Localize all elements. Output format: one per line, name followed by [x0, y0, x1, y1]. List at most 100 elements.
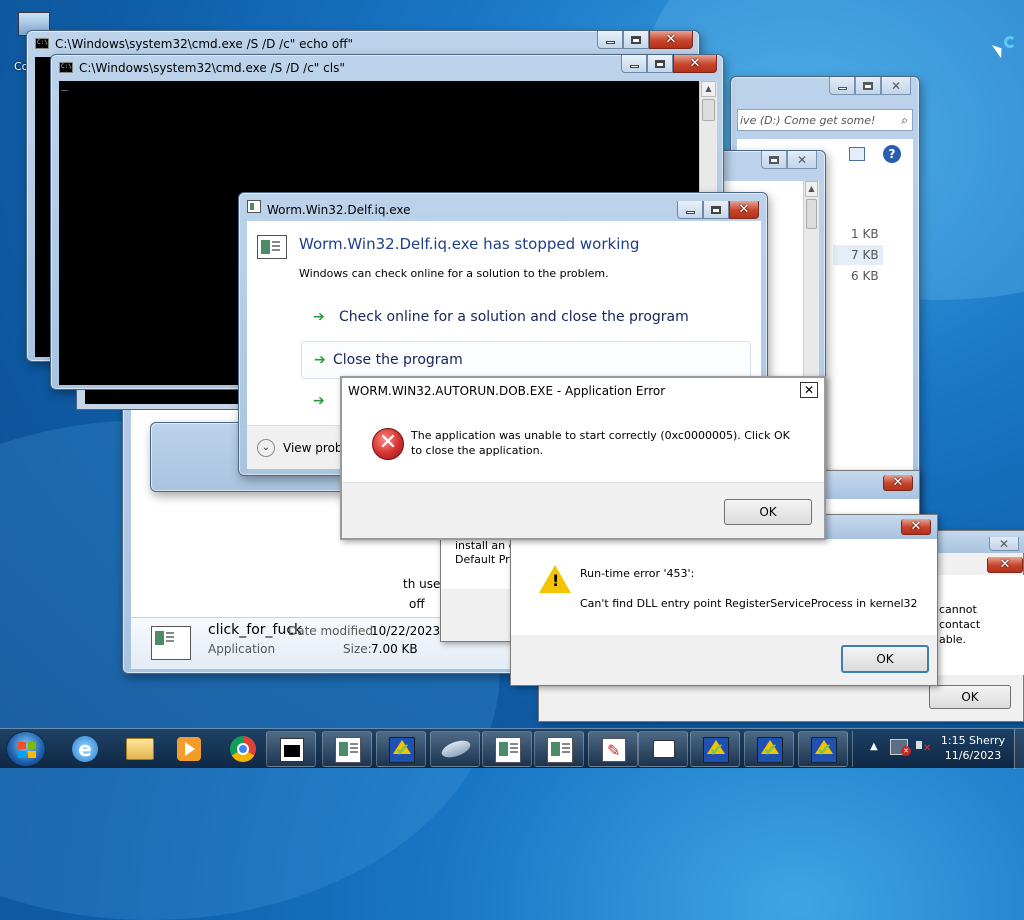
clock[interactable]: 1:15 Sherry 11/6/2023: [936, 733, 1010, 765]
taskbar-vb-4[interactable]: [798, 731, 848, 767]
taskbar-explorer[interactable]: [114, 731, 164, 767]
back-line-2: contact: [939, 618, 981, 631]
preview-pane-icon[interactable]: [849, 147, 865, 161]
dolphin-icon: [439, 737, 473, 761]
close-button[interactable]: ✕: [987, 557, 1023, 573]
taskbar: e ✎ ▲ ✕ ✕ 1:15: [0, 728, 1024, 769]
maximize-button[interactable]: [761, 151, 787, 169]
search-box[interactable]: ive (D:) Come get some! ⌕: [737, 109, 913, 131]
ok-button[interactable]: OK: [929, 685, 1011, 709]
close-button[interactable]: ✕: [673, 55, 717, 73]
speaker-muted-icon[interactable]: ✕: [916, 739, 934, 755]
taskbar-ie[interactable]: e: [60, 731, 110, 767]
busy-cursor-icon: [991, 36, 1018, 59]
start-button[interactable]: [6, 731, 46, 767]
taskbar-app-1[interactable]: [322, 731, 372, 767]
tray-show-hidden-icon[interactable]: ▲: [870, 741, 878, 752]
media-player-icon: [177, 737, 201, 761]
view-problem-details[interactable]: View probl: [283, 441, 346, 455]
folder-icon: [126, 738, 154, 760]
apperr-titlebar: WORM.WIN32.AUTORUN.DOB.EXE - Application…: [342, 378, 824, 402]
taskbar-chrome[interactable]: [218, 731, 268, 767]
partial-text-2: off: [409, 597, 425, 611]
size-value: 7.00 KB: [371, 642, 418, 656]
maximize-button[interactable]: [623, 31, 649, 49]
application-error-dialog[interactable]: WORM.WIN32.AUTORUN.DOB.EXE - Application…: [340, 376, 826, 540]
file-size-1: 1 KB: [851, 227, 879, 241]
notepad-icon: ✎: [602, 738, 626, 762]
application-icon: [257, 235, 287, 259]
minimize-button[interactable]: [621, 55, 647, 73]
apperr-title: WORM.WIN32.AUTORUN.DOB.EXE - Application…: [348, 384, 666, 398]
network-icon[interactable]: ✕: [890, 739, 911, 756]
window-title: C:\Windows\system32\cmd.exe /S /D /c" ec…: [55, 37, 354, 51]
partial-line-1: install an e: [455, 539, 516, 552]
file-size-3: 6 KB: [851, 269, 879, 283]
folder-outline-icon: [653, 740, 675, 758]
file-type: Application: [208, 642, 276, 656]
maximize-button[interactable]: [703, 201, 729, 219]
taskbar-media-player[interactable]: [164, 731, 214, 767]
help-icon[interactable]: ?: [883, 145, 901, 163]
arrow-right-icon: ➔: [313, 393, 325, 409]
chrome-icon: [230, 736, 256, 762]
modified-label: Date modified:: [288, 624, 378, 638]
taskbar-overflow[interactable]: [852, 731, 860, 767]
application-icon: [495, 737, 521, 763]
taskbar-dolphin[interactable]: [430, 731, 480, 767]
console-bottom-strip: [76, 390, 246, 410]
close-button[interactable]: ✕: [787, 151, 817, 169]
application-icon: [335, 737, 361, 763]
ok-button[interactable]: OK: [724, 499, 812, 525]
apperr-message: The application was unable to start corr…: [411, 429, 790, 457]
minimize-button[interactable]: [829, 77, 855, 95]
vb-error-title: Run-time error '453':: [580, 567, 695, 580]
option-check-online[interactable]: ➔ Check online for a solution and close …: [301, 301, 751, 335]
minimize-button[interactable]: [597, 31, 623, 49]
error-icon: ✕: [372, 428, 404, 460]
back-line-1: cannot: [939, 603, 977, 616]
option-close-program[interactable]: ➔ Close the program: [301, 341, 751, 379]
arrow-right-icon: ➔: [313, 309, 325, 325]
clock-time: 1:15 Sherry: [940, 734, 1006, 747]
taskbar-app-2[interactable]: [482, 731, 532, 767]
windows-logo-icon: [18, 742, 36, 758]
application-icon: [547, 737, 573, 763]
close-button[interactable]: ✕: [800, 382, 818, 398]
wer-title: Worm.Win32.Delf.iq.exe: [267, 203, 411, 217]
wer-heading: Worm.Win32.Delf.iq.exe has stopped worki…: [299, 235, 640, 253]
cmd-icon: [59, 62, 73, 73]
ok-button[interactable]: OK: [841, 645, 929, 673]
file-size-2: 7 KB: [833, 245, 883, 265]
search-input[interactable]: ive (D:) Come get some!: [740, 114, 875, 127]
apperr-footer: OK: [342, 482, 824, 538]
minimize-button[interactable]: [677, 201, 703, 219]
taskbar-vb-1[interactable]: [376, 731, 426, 767]
taskbar-cmd[interactable]: [266, 731, 316, 767]
vb-body: Run-time error '453': Can't find DLL ent…: [511, 539, 937, 635]
close-button[interactable]: ✕: [649, 31, 693, 49]
taskbar-folder[interactable]: [638, 731, 688, 767]
search-icon: ⌕: [901, 113, 908, 127]
window-title: C:\Windows\system32\cmd.exe /S /D /c" cl…: [79, 61, 345, 75]
close-button[interactable]: ✕: [729, 201, 759, 219]
taskbar-vb-2[interactable]: [690, 731, 740, 767]
close-button[interactable]: ✕: [881, 77, 911, 95]
show-desktop-button[interactable]: [1014, 729, 1024, 769]
chevron-down-icon[interactable]: ⌄: [257, 439, 275, 457]
option-label: Close the program: [333, 352, 463, 368]
console-cursor: _: [61, 77, 69, 91]
taskbar-task-manager[interactable]: ✎: [588, 731, 638, 767]
maximize-button[interactable]: [647, 55, 673, 73]
close-button[interactable]: ✕: [883, 475, 913, 491]
internet-explorer-icon: e: [72, 736, 98, 762]
partial-text-1: th use: [403, 577, 441, 591]
taskbar-vb-3[interactable]: [744, 731, 794, 767]
vb-error-message: Can't find DLL entry point RegisterServi…: [580, 597, 918, 610]
maximize-button[interactable]: [855, 77, 881, 95]
clock-date: 11/6/2023: [944, 749, 1002, 762]
cmd-icon: [35, 38, 49, 49]
taskbar-app-3[interactable]: [534, 731, 584, 767]
close-button[interactable]: ✕: [901, 519, 931, 535]
close-button[interactable]: ✕: [989, 537, 1019, 551]
